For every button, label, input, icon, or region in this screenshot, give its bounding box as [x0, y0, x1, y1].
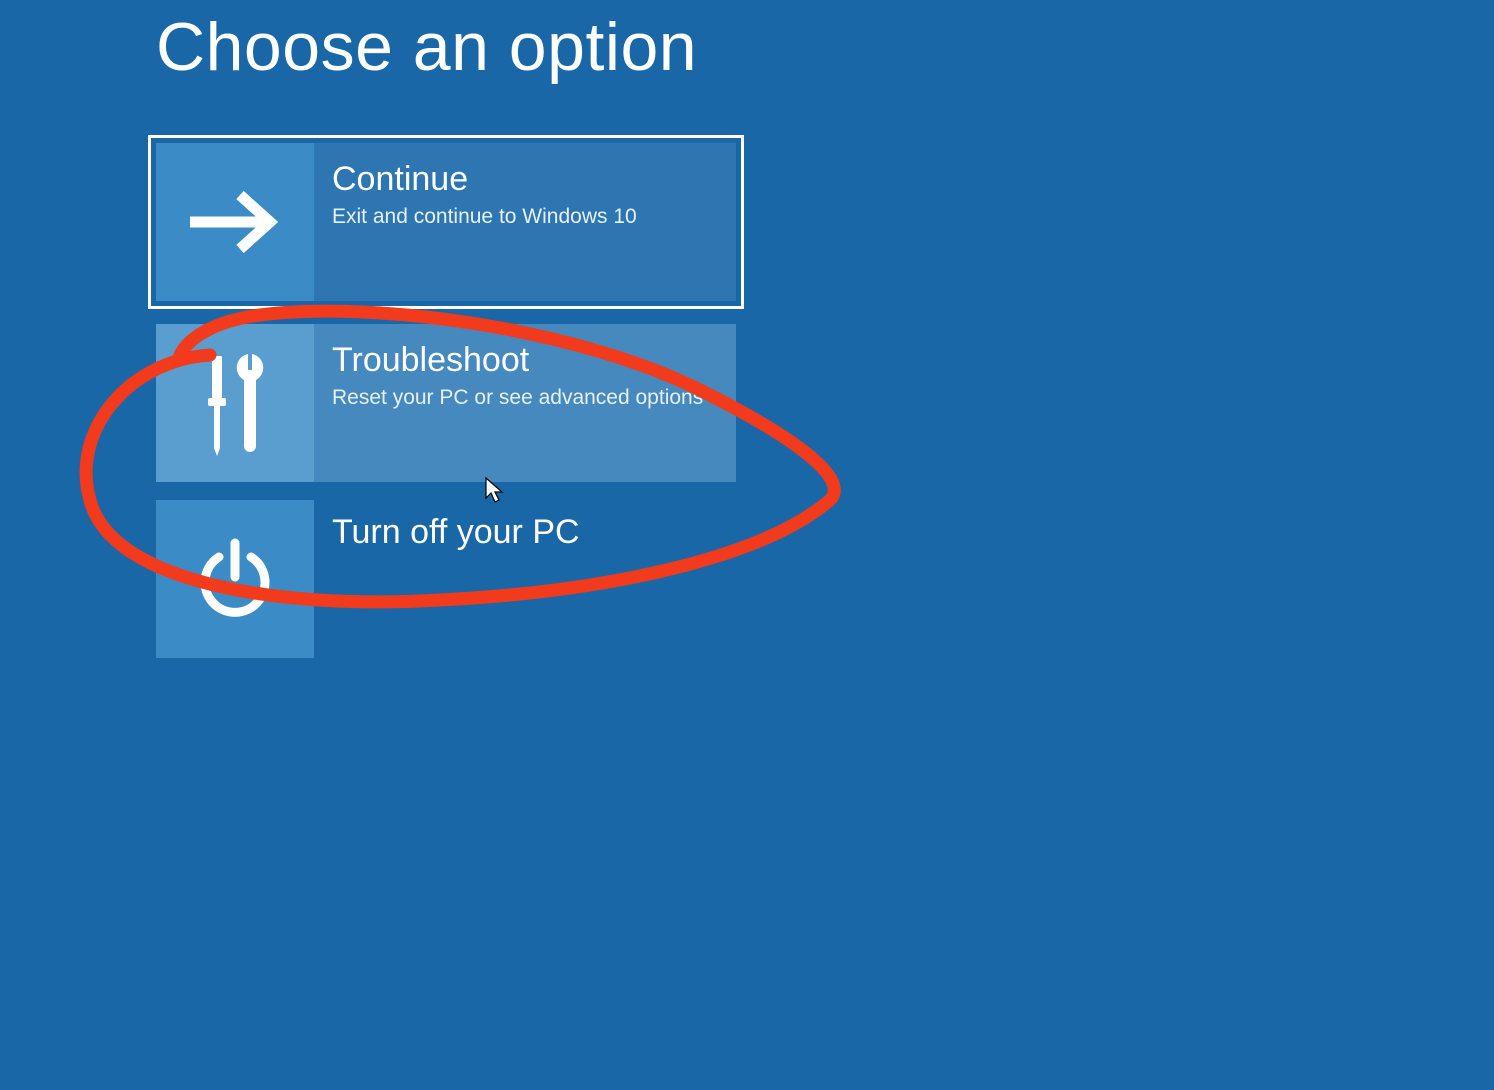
option-poweroff-title: Turn off your PC — [332, 514, 596, 551]
tools-icon — [156, 324, 314, 482]
option-troubleshoot[interactable]: Troubleshoot Reset your PC or see advanc… — [156, 324, 736, 482]
option-continue-title: Continue — [332, 161, 716, 198]
option-continue-desc: Exit and continue to Windows 10 — [332, 204, 716, 230]
option-poweroff-text: Turn off your PC — [314, 500, 616, 658]
power-icon — [156, 500, 314, 658]
option-poweroff[interactable]: Turn off your PC — [156, 500, 616, 658]
arrow-right-icon — [156, 143, 314, 301]
option-continue-text: Continue Exit and continue to Windows 10 — [314, 143, 736, 301]
option-troubleshoot-text: Troubleshoot Reset your PC or see advanc… — [314, 324, 736, 482]
options-list: Continue Exit and continue to Windows 10 — [156, 138, 1494, 658]
page-title: Choose an option — [156, 8, 1494, 86]
option-troubleshoot-desc: Reset your PC or see advanced options — [332, 385, 716, 411]
option-continue[interactable]: Continue Exit and continue to Windows 10 — [151, 138, 741, 306]
option-troubleshoot-title: Troubleshoot — [332, 342, 716, 379]
